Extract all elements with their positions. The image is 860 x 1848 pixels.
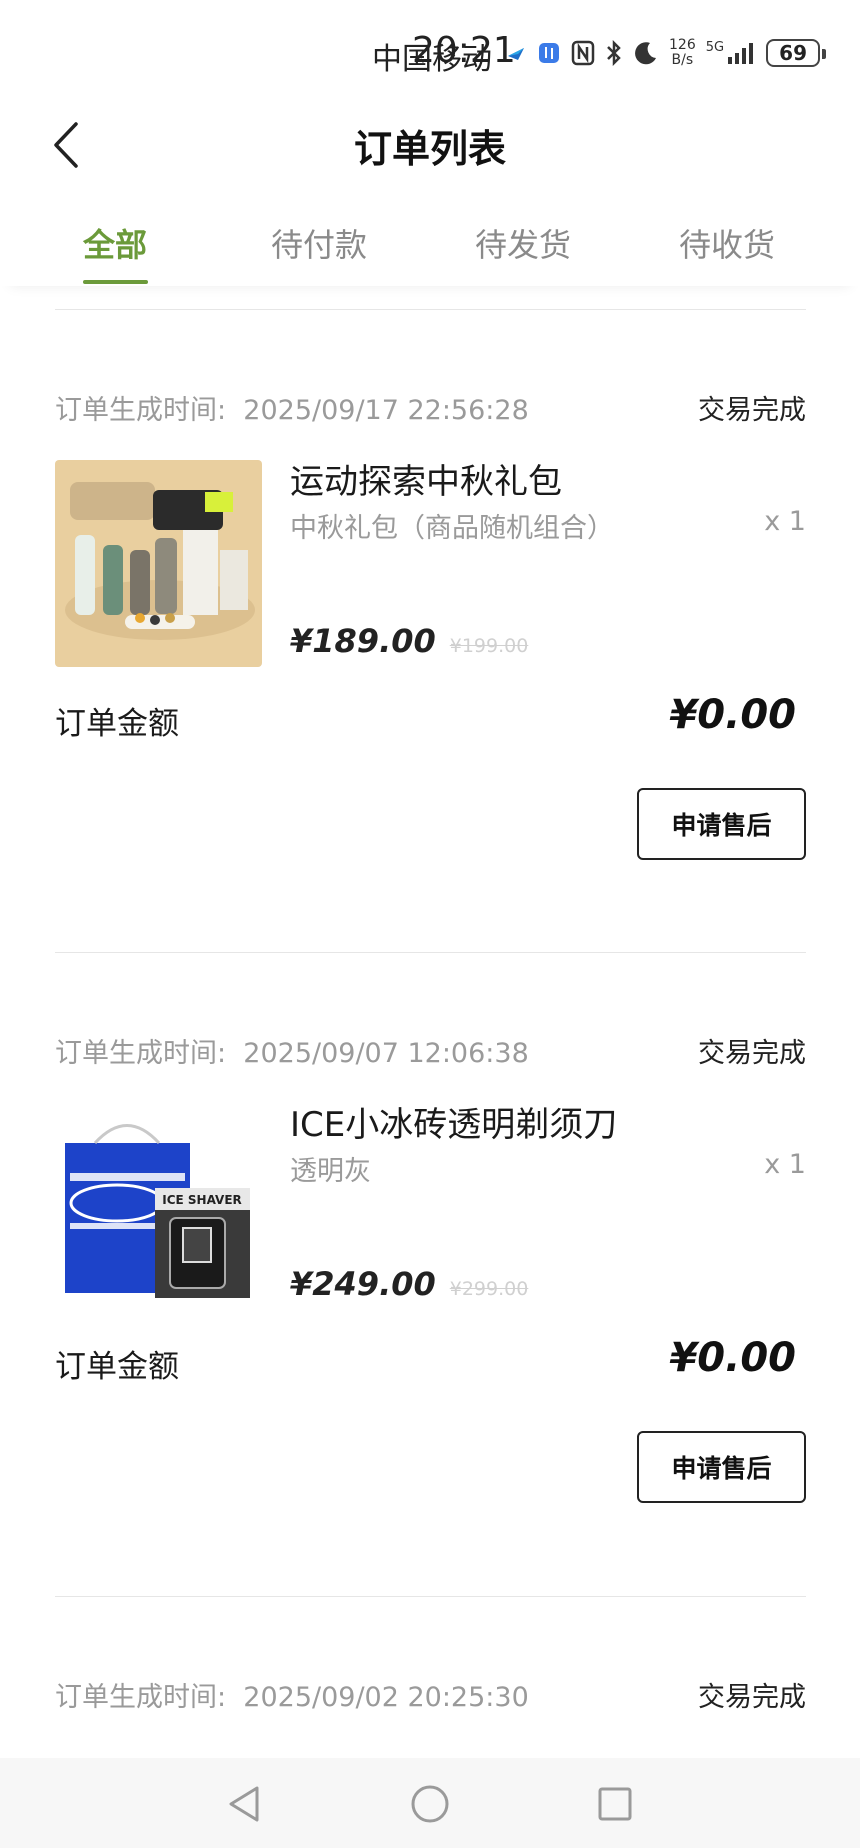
nav-home-circle-icon: [411, 1785, 449, 1823]
nav-back-triangle-icon: [229, 1786, 259, 1822]
order-card[interactable]: 订单生成时间: 2025/09/02 20:25:30 交易完成: [55, 1675, 806, 1758]
divider: [55, 1596, 806, 1597]
network-type: 5G: [705, 40, 725, 55]
apply-after-sale-button[interactable]: 申请售后: [637, 1431, 806, 1503]
order-amount-label: 订单金额: [55, 1349, 179, 1385]
battery-icon: 69: [766, 39, 827, 67]
order-time-label: 订单生成时间:: [55, 395, 227, 426]
nav-back-button[interactable]: [223, 1782, 267, 1826]
status-bar: 中国移动 20:21 126 B/s 5G 69: [0, 0, 860, 104]
tab-all[interactable]: 全部: [83, 220, 147, 266]
order-status: 交易完成: [698, 395, 806, 426]
original-price: ¥199.00: [449, 635, 529, 657]
product-spec: 透明灰: [290, 1156, 371, 1187]
product-quantity: x 1: [764, 1149, 806, 1180]
bluetooth-icon: [605, 40, 623, 66]
order-time-value: 2025/09/17 22:56:28: [243, 395, 529, 426]
order-amount-value: ¥0.00: [669, 1335, 796, 1381]
order-card[interactable]: 订单生成时间: 2025/09/17 22:56:28 交易完成 运动探索中秋礼…: [55, 388, 806, 888]
order-amount-label: 订单金额: [55, 706, 179, 742]
order-time-label: 订单生成时间:: [55, 1038, 227, 1069]
nav-recents-button[interactable]: [593, 1782, 637, 1826]
system-nav-bar: [0, 1758, 860, 1848]
clock: 20:21: [412, 30, 516, 71]
signal-icon: 5G: [706, 41, 756, 65]
order-time: 订单生成时间: 2025/09/17 22:56:28: [55, 388, 529, 427]
product-price: ¥249.00: [290, 1265, 436, 1303]
original-price: ¥299.00: [449, 1278, 529, 1300]
product-spec: 中秋礼包（商品随机组合）: [290, 513, 614, 544]
order-time: 订单生成时间: 2025/09/02 20:25:30: [55, 1675, 529, 1714]
price-row: ¥189.00 ¥199.00: [290, 622, 528, 660]
product-name[interactable]: 运动探索中秋礼包: [290, 454, 562, 503]
price-row: ¥249.00 ¥299.00: [290, 1265, 528, 1303]
divider: [55, 309, 806, 310]
order-amount-value: ¥0.00: [669, 692, 796, 738]
do-not-disturb-moon-icon: [633, 40, 659, 66]
product-image-brand-text: ICE SHAVER: [162, 1193, 242, 1207]
product-quantity: x 1: [764, 506, 806, 537]
order-time-value: 2025/09/07 12:06:38: [243, 1038, 529, 1069]
order-time-value: 2025/09/02 20:25:30: [243, 1682, 529, 1713]
product-thumbnail[interactable]: ICE SHAVER: [55, 1103, 262, 1310]
order-status: 交易完成: [698, 1038, 806, 1069]
nav-recents-square-icon: [598, 1787, 632, 1821]
status-icons: 126 B/s 5G 69: [505, 36, 827, 70]
tab-pending-payment[interactable]: 待付款: [271, 220, 367, 266]
order-time: 订单生成时间: 2025/09/07 12:06:38: [55, 1031, 529, 1070]
network-rate-value: 126: [669, 37, 696, 53]
order-time-row: 订单生成时间: 2025/09/17 22:56:28 交易完成: [55, 388, 806, 428]
order-card[interactable]: 订单生成时间: 2025/09/07 12:06:38 交易完成 ICE SHA…: [55, 1031, 806, 1531]
order-time-label: 订单生成时间:: [55, 1682, 227, 1713]
tab-bar: 全部 待付款 待发货 待收货: [0, 200, 860, 286]
tab-active-indicator: [83, 280, 148, 284]
nav-home-button[interactable]: [408, 1782, 452, 1826]
order-list-screen: 中国移动 20:21 126 B/s 5G 69 订单列表 全部 待付款 待发货…: [0, 0, 860, 1848]
product-thumbnail[interactable]: [55, 460, 262, 667]
order-time-row: 订单生成时间: 2025/09/07 12:06:38 交易完成: [55, 1031, 806, 1071]
product-name[interactable]: ICE小冰砖透明剃须刀: [290, 1097, 617, 1146]
tab-pending-receipt[interactable]: 待收货: [679, 220, 775, 266]
divider: [55, 952, 806, 953]
page-title: 订单列表: [353, 127, 506, 171]
order-status: 交易完成: [698, 1682, 806, 1713]
tab-pending-shipment[interactable]: 待发货: [475, 220, 571, 266]
apply-after-sale-button[interactable]: 申请售后: [637, 788, 806, 860]
network-rate-unit: B/s: [671, 52, 694, 68]
nfc-icon: [571, 40, 595, 66]
network-rate: 126 B/s: [669, 38, 696, 68]
order-time-row: 订单生成时间: 2025/09/02 20:25:30 交易完成: [55, 1675, 806, 1715]
header: 订单列表: [0, 104, 860, 188]
app-badge-icon: [537, 41, 561, 65]
product-price: ¥189.00: [290, 622, 436, 660]
app-notification-icon: [505, 42, 527, 64]
